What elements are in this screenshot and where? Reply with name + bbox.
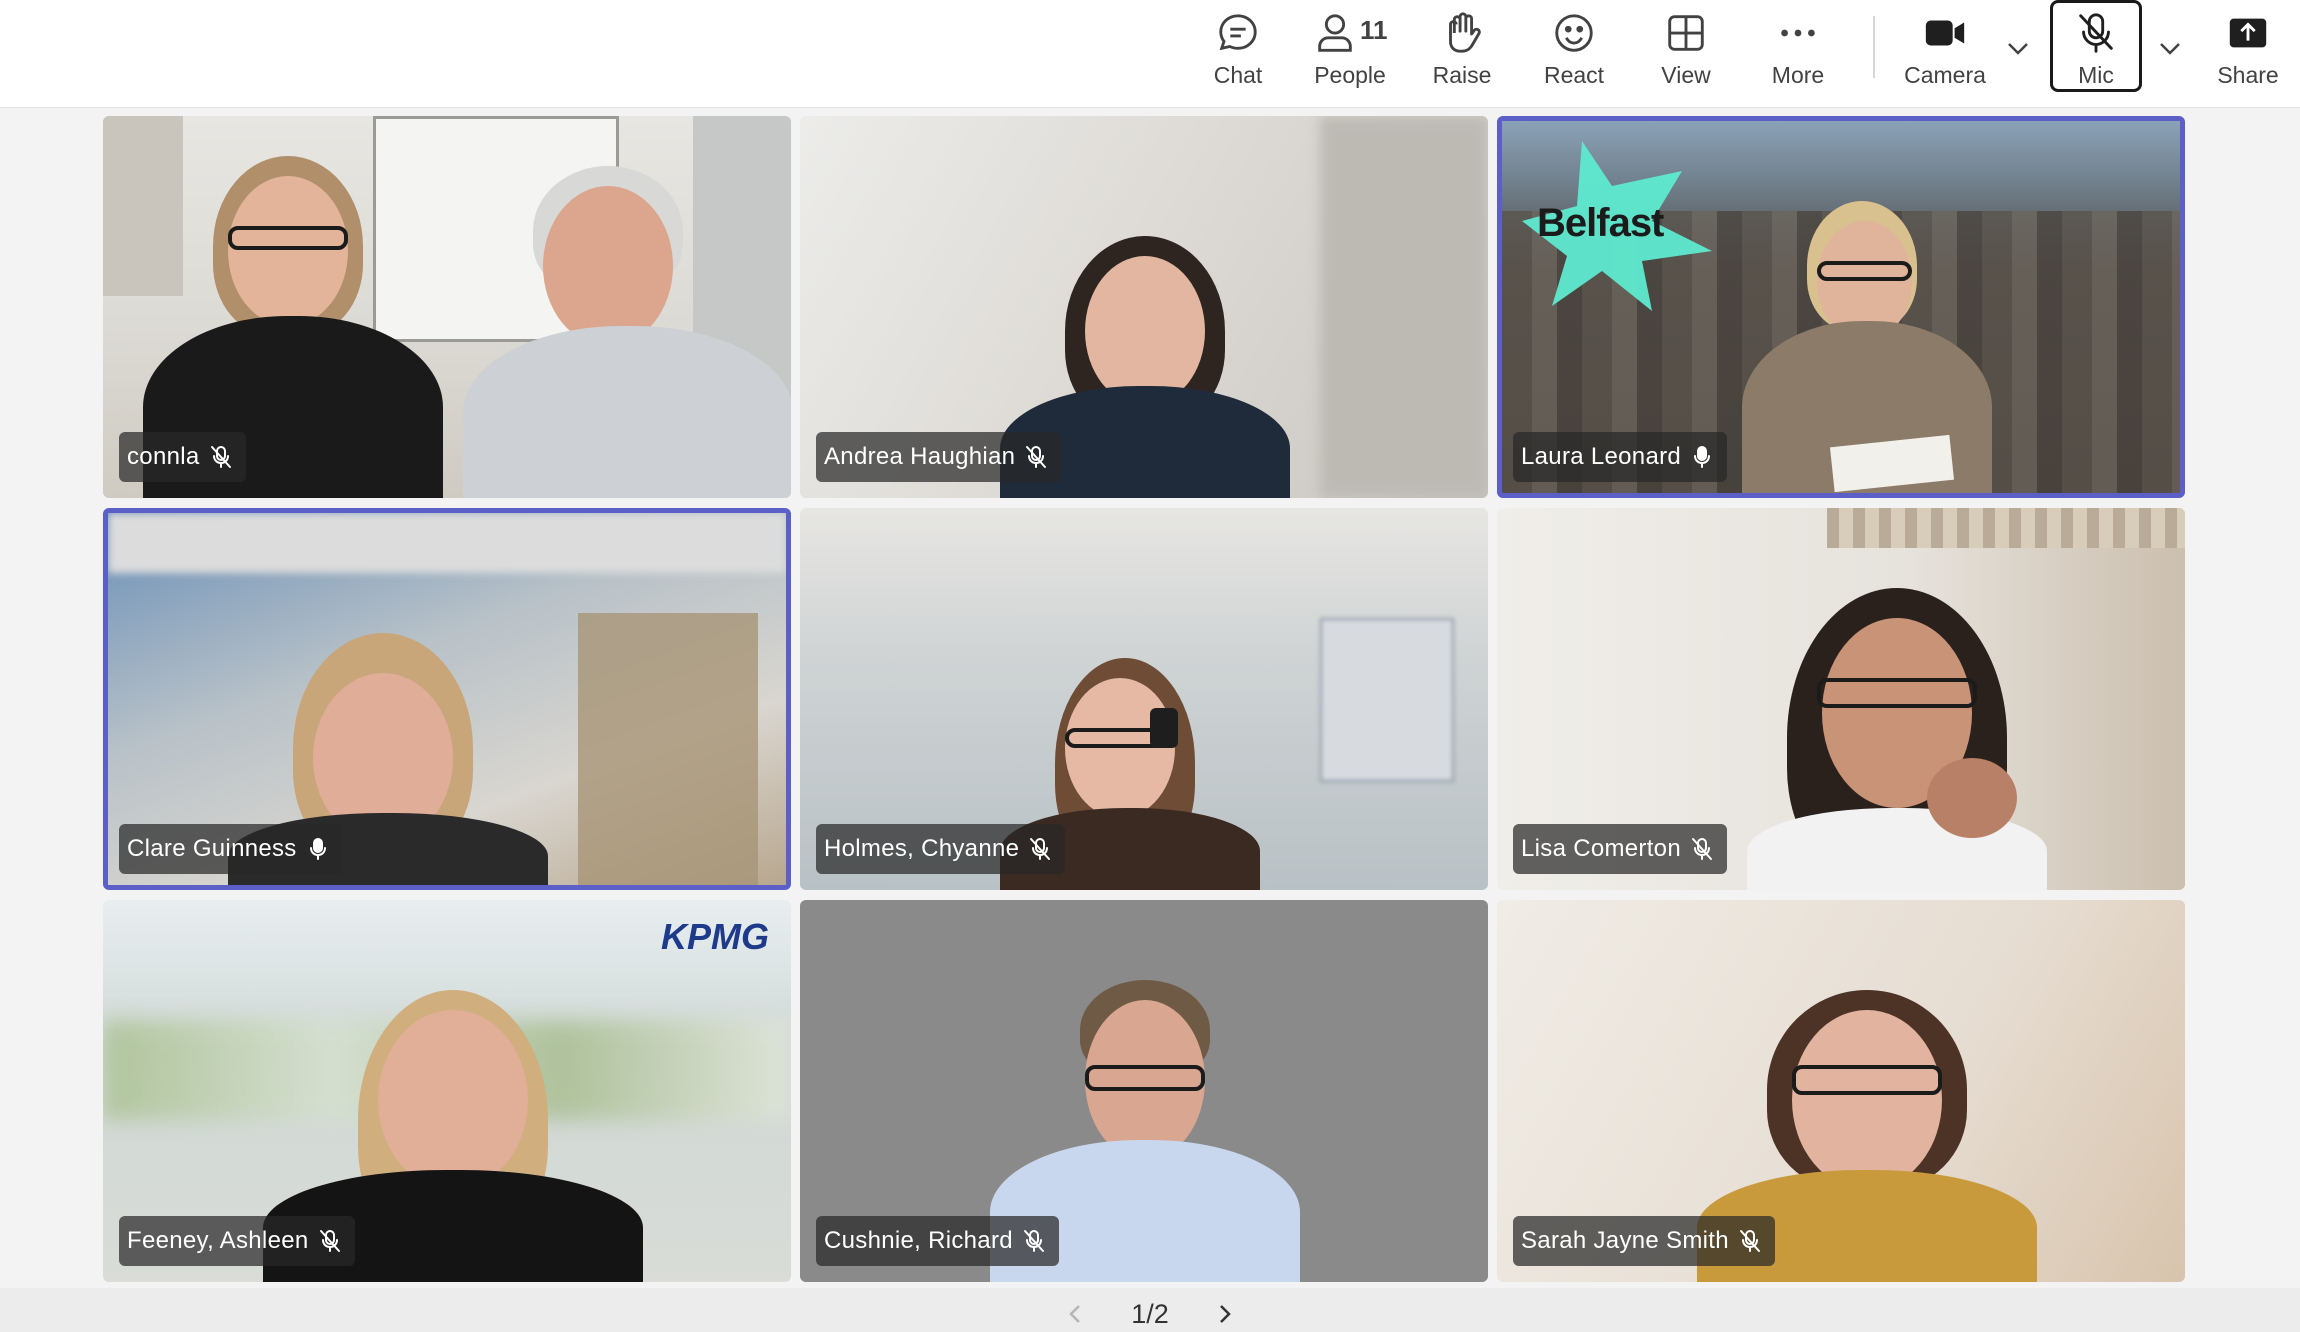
mic-muted-icon (1030, 838, 1051, 860)
name-tag: Andrea Haughian (816, 432, 1062, 482)
participant-name: Holmes, Chyanne (824, 835, 1020, 862)
participant-tile-laura-leonard[interactable]: Belfast Laura Leonard (1497, 116, 2185, 498)
camera-options-chevron-down-icon[interactable] (2000, 30, 2036, 66)
participant-tile-cushnie-richard[interactable]: Cushnie, Richard (800, 900, 1488, 1282)
grid-view-icon (1668, 15, 1704, 51)
mic-options-chevron-down-icon[interactable] (2152, 30, 2188, 66)
participant-name: Andrea Haughian (824, 443, 1016, 470)
name-tag: Clare Guinness (119, 824, 343, 874)
participant-tile-holmes-chyanne[interactable]: Holmes, Chyanne (800, 508, 1488, 890)
page-indicator: 1/2 (1131, 1298, 1169, 1329)
share-button[interactable]: Share (2198, 6, 2298, 98)
more-icon (1781, 29, 1815, 37)
name-tag: connla (119, 432, 246, 482)
chat-label: Chat (1213, 62, 1263, 88)
participant-tile-connla[interactable]: connla (103, 116, 791, 498)
camera-button[interactable]: Camera (1895, 6, 1995, 98)
name-tag: Sarah Jayne Smith (1513, 1216, 1775, 1266)
mic-muted-icon (1691, 838, 1712, 860)
previous-page-chevron-left-icon[interactable] (1060, 1299, 1090, 1329)
participant-name: Feeney, Ashleen (127, 1227, 309, 1254)
name-tag: Holmes, Chyanne (816, 824, 1066, 874)
meeting-toolbar: Chat People 11 Raise React View More Cam… (0, 0, 2300, 108)
more-button[interactable]: More (1748, 6, 1848, 98)
smiley-icon (1555, 14, 1593, 52)
react-button[interactable]: React (1524, 6, 1624, 98)
participant-name: Cushnie, Richard (824, 1227, 1013, 1254)
participant-name: connla (127, 443, 200, 470)
share-label: Share (2217, 62, 2279, 88)
kpmg-logo-text: KPMG (661, 916, 769, 957)
name-tag: Laura Leonard (1513, 432, 1728, 482)
next-page-chevron-right-icon[interactable] (1210, 1299, 1240, 1329)
react-label: React (1543, 62, 1605, 88)
participant-name: Lisa Comerton (1521, 835, 1681, 862)
participant-tile-clare-guinness[interactable]: Clare Guinness (103, 508, 791, 890)
participant-name: Laura Leonard (1521, 443, 1682, 470)
name-tag: Lisa Comerton (1513, 824, 1727, 874)
mic-muted-icon (210, 446, 231, 468)
toolbar-divider (1873, 16, 1875, 78)
mic-button[interactable]: Mic (2046, 6, 2146, 98)
mic-muted-icon (1739, 1230, 1760, 1252)
video-camera-icon (1925, 20, 1965, 46)
view-label: View (1661, 62, 1711, 88)
people-label: People (1314, 62, 1386, 88)
name-tag: Feeney, Ashleen (119, 1216, 355, 1266)
camera-label: Camera (1904, 62, 1986, 88)
raise-hand-button[interactable]: Raise (1412, 6, 1512, 98)
view-button[interactable]: View (1636, 6, 1736, 98)
participant-name: Clare Guinness (127, 835, 297, 862)
mic-on-icon (309, 838, 326, 860)
mic-muted-icon (2079, 13, 2113, 53)
belfast-brand-text: Belfast (1537, 201, 1664, 245)
people-count-badge: 11 (1360, 15, 1388, 45)
raise-hand-icon (1449, 12, 1481, 53)
share-screen-icon (2229, 18, 2267, 48)
participant-tile-andrea-haughian[interactable]: Andrea Haughian (800, 116, 1488, 498)
participant-tile-lisa-comerton[interactable]: Lisa Comerton (1497, 508, 2185, 890)
participant-name: Sarah Jayne Smith (1521, 1227, 1729, 1254)
participant-tile-feeney-ashleen[interactable]: KPMG Feeney, Ashleen (103, 900, 791, 1282)
people-icon (1318, 14, 1352, 52)
mic-label: Mic (2078, 62, 2114, 88)
more-label: More (1771, 62, 1825, 88)
chat-button[interactable]: Chat (1188, 6, 1288, 98)
participant-tile-sarah-jayne-smith[interactable]: Sarah Jayne Smith (1497, 900, 2185, 1282)
name-tag: Cushnie, Richard (816, 1216, 1059, 1266)
mic-muted-icon (1026, 446, 1047, 468)
chat-icon (1219, 14, 1257, 51)
mic-muted-icon (1023, 1230, 1044, 1252)
mic-muted-icon (319, 1230, 340, 1252)
raise-label: Raise (1432, 62, 1492, 88)
mic-on-icon (1694, 446, 1711, 468)
gallery-pager: 1/2 (1060, 1297, 1240, 1331)
